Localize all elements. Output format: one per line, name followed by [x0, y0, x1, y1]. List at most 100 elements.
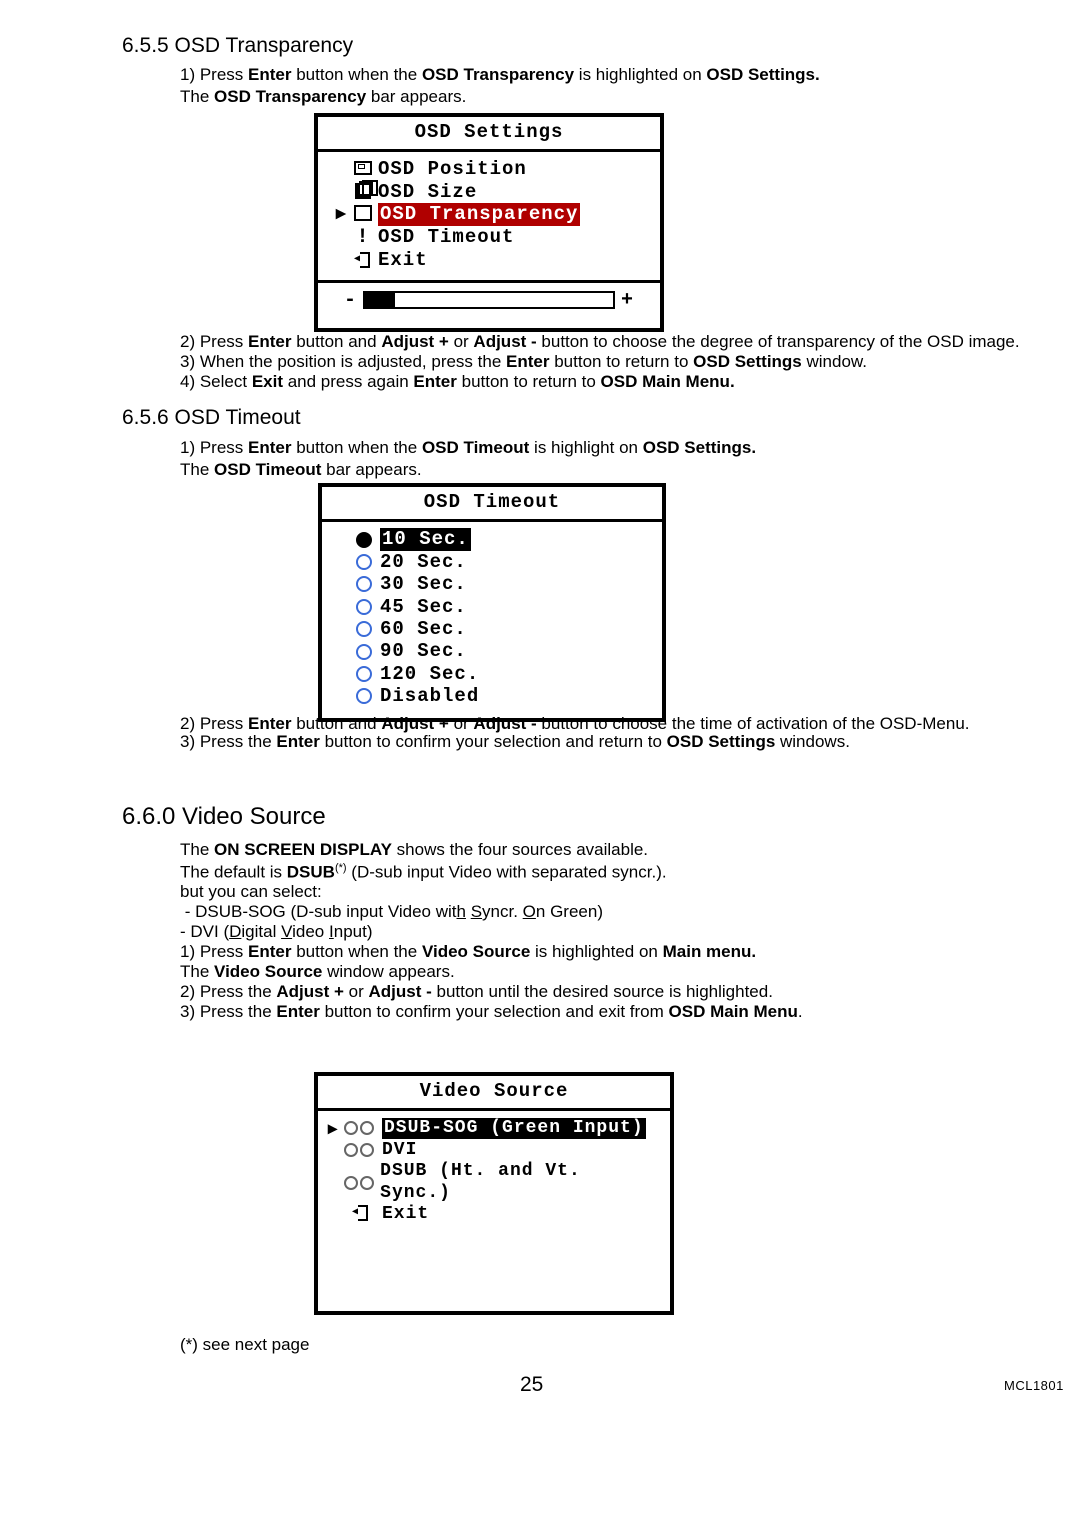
- txt: is highlighted on: [574, 65, 706, 84]
- s656-line1: 1) Press Enter button when the OSD Timeo…: [180, 438, 1060, 458]
- txt: 2) Press: [180, 714, 248, 733]
- txt: bar appears.: [321, 460, 421, 479]
- bold: Main menu.: [663, 942, 757, 961]
- osd-item-exit[interactable]: Exit: [336, 249, 642, 271]
- osd-item-label: DVI: [382, 1140, 417, 1161]
- bold: DSUB: [287, 863, 335, 882]
- txt: 1) Press: [180, 942, 248, 961]
- txt: shows the four sources available.: [392, 840, 648, 859]
- position-icon: [352, 158, 374, 180]
- osd-item-position[interactable]: OSD Position: [336, 158, 642, 180]
- osd-item-timeout[interactable]: ! OSD Timeout: [336, 226, 642, 250]
- option-label: 30 Sec.: [380, 573, 467, 595]
- slider-plus: +: [621, 289, 634, 313]
- osd-item-label: Exit: [378, 249, 428, 271]
- txt: button to conﬁrm your selection and retu…: [320, 732, 667, 751]
- txt: The: [180, 87, 214, 106]
- slider-track[interactable]: [363, 291, 615, 309]
- bold: Video Source: [214, 962, 322, 981]
- osd-title: OSD Settings: [318, 117, 660, 152]
- osd-option-disabled[interactable]: Disabled: [356, 685, 644, 707]
- radio-icon: [356, 554, 372, 570]
- bold: OSD Main Menu: [669, 1002, 798, 1021]
- bold: OSD Settings.: [643, 438, 756, 457]
- bold: Enter: [248, 942, 291, 961]
- heading-6-5-6: 6.5.6 OSD Timeout: [122, 406, 301, 431]
- osd-option-30[interactable]: 30 Sec.: [356, 573, 644, 595]
- osd-item-dsub[interactable]: DSUB (Ht. and Vt. Sync.): [328, 1161, 652, 1203]
- txt: (D-sub input Video with separated syncr.…: [347, 863, 667, 882]
- s656-line2: The OSD Timeout bar appears.: [180, 460, 1060, 480]
- osd-item-label-selected: OSD Transparency: [378, 203, 580, 225]
- osd-item-size[interactable]: OSD Size: [336, 181, 642, 203]
- double-radio-icon: [344, 1176, 377, 1190]
- transparency-icon: [352, 203, 374, 225]
- txt: windows.: [775, 732, 850, 751]
- bold-enter: Enter: [248, 65, 291, 84]
- txt: 1) Press: [180, 65, 248, 84]
- txt: button and: [292, 714, 382, 733]
- s660-line6: 1) Press Enter button when the Video Sou…: [180, 942, 1060, 962]
- osd-item-label: Exit: [382, 1204, 429, 1225]
- s655-line2: The OSD Transparency bar appears.: [180, 87, 1060, 107]
- txt: The default is: [180, 863, 287, 882]
- txt: 4) Select: [180, 372, 252, 391]
- radio-filled-icon: [356, 532, 372, 548]
- size-icon: [352, 181, 374, 203]
- s660-line8: 2) Press the Adjust + or Adjust - button…: [180, 982, 1060, 1002]
- osd-body: ▸ DSUB-SOG (Green Input) DVI DSUB (Ht. a…: [318, 1111, 670, 1235]
- s655-line1: 1) Press Enter button when the OSD Trans…: [180, 65, 1060, 85]
- s656-line4: 3) Press the Enter button to conﬁrm your…: [180, 732, 1060, 752]
- option-label: 60 Sec.: [380, 618, 467, 640]
- option-label: 90 Sec.: [380, 640, 467, 662]
- bold: Exit: [252, 372, 283, 391]
- osd-item-dvi[interactable]: DVI: [328, 1139, 652, 1161]
- txt: ideo: [292, 922, 329, 941]
- radio-icon: [356, 621, 372, 637]
- slider[interactable]: - +: [336, 289, 642, 319]
- txt: 2) Press the: [180, 982, 276, 1001]
- txt: .: [798, 1002, 803, 1021]
- slider-minus: -: [344, 289, 357, 313]
- s660-line9: 3) Press the Enter button to conﬁrm your…: [180, 1002, 1060, 1022]
- bold-osd-transparency: OSD Transparency: [422, 65, 574, 84]
- bold: OSD Settings: [693, 352, 802, 371]
- txt: nput): [334, 922, 373, 941]
- txt: The: [180, 962, 214, 981]
- osd-option-20[interactable]: 20 Sec.: [356, 551, 644, 573]
- exit-icon: [344, 1204, 378, 1225]
- osd-item-label: OSD Position: [378, 158, 527, 180]
- txt: The: [180, 840, 214, 859]
- txt: and press again: [283, 372, 413, 391]
- osd-title: OSD Timeout: [322, 487, 662, 522]
- option-label: 20 Sec.: [380, 551, 467, 573]
- osd-item-exit[interactable]: Exit: [328, 1204, 652, 1226]
- bold: OSD Main Menu.: [601, 372, 735, 391]
- osd-item-dsub-sog[interactable]: ▸ DSUB-SOG (Green Input): [328, 1117, 652, 1139]
- radio-icon: [356, 599, 372, 615]
- osd-option-90[interactable]: 90 Sec.: [356, 640, 644, 662]
- s660-line3: but you can select:: [180, 882, 1060, 902]
- osd-video-source-panel: Video Source ▸ DSUB-SOG (Green Input) DV…: [314, 1072, 674, 1315]
- bold: Adjust -: [473, 332, 536, 351]
- option-label: 45 Sec.: [380, 596, 467, 618]
- page-number: 25: [520, 1373, 543, 1398]
- bold: Enter: [506, 352, 549, 371]
- option-label: Disabled: [380, 685, 479, 707]
- osd-option-45[interactable]: 45 Sec.: [356, 596, 644, 618]
- s655-line4: 3) When the position is adjusted, press …: [180, 352, 1060, 372]
- txt: or: [449, 714, 474, 733]
- txt: window.: [802, 352, 867, 371]
- bold: Adjust +: [381, 332, 449, 351]
- osd-option-60[interactable]: 60 Sec.: [356, 618, 644, 640]
- caret-icon: ▸: [328, 1118, 340, 1139]
- txt: button when the: [292, 942, 422, 961]
- osd-option-10[interactable]: 10 Sec.: [356, 528, 644, 550]
- osd-option-120[interactable]: 120 Sec.: [356, 663, 644, 685]
- txt: bar appears.: [366, 87, 466, 106]
- osd-item-transparency[interactable]: ▸ OSD Transparency: [336, 203, 642, 225]
- osd-item-label: OSD Timeout: [378, 226, 514, 248]
- txt: or: [344, 982, 369, 1001]
- txt: window appears.: [322, 962, 454, 981]
- s660-line7: The Video Source window appears.: [180, 962, 1060, 982]
